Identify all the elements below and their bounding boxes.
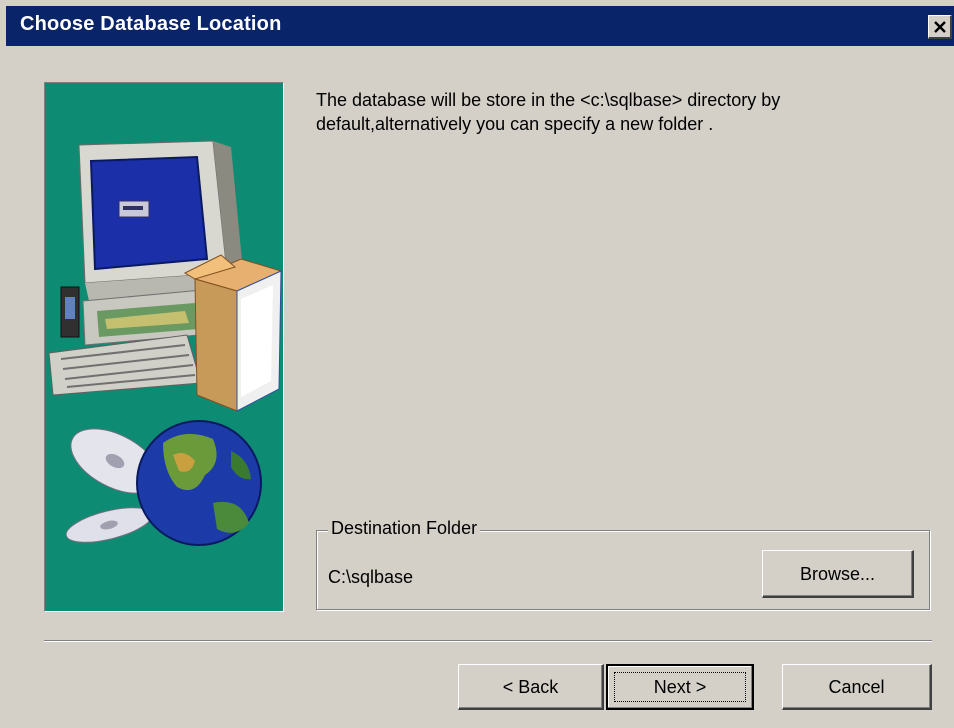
intro-text: The database will be store in the <c:\sq… xyxy=(316,90,781,134)
browse-button[interactable]: Browse... xyxy=(762,550,914,598)
cancel-button-label: Cancel xyxy=(828,677,885,697)
close-button[interactable] xyxy=(928,15,952,39)
close-icon xyxy=(934,21,946,33)
back-button[interactable]: < Back xyxy=(458,664,604,710)
globe-icon xyxy=(136,420,262,546)
cancel-button[interactable]: Cancel xyxy=(782,664,932,710)
next-button[interactable]: Next > xyxy=(606,664,754,710)
window-title: Choose Database Location xyxy=(20,13,282,35)
dialog-window: Choose Database Location The database wi… xyxy=(0,0,954,728)
separator xyxy=(44,640,932,642)
group-label: Destination Folder xyxy=(328,518,481,539)
wizard-illustration xyxy=(44,82,284,612)
title-bar: Choose Database Location xyxy=(6,6,954,46)
browse-button-label: Browse... xyxy=(799,564,876,584)
box-icon xyxy=(183,254,283,412)
keyboard-icon xyxy=(48,334,202,396)
destination-path: C:\sqlbase xyxy=(328,567,414,587)
back-button-label: < Back xyxy=(502,677,559,697)
focus-rect xyxy=(614,672,746,702)
